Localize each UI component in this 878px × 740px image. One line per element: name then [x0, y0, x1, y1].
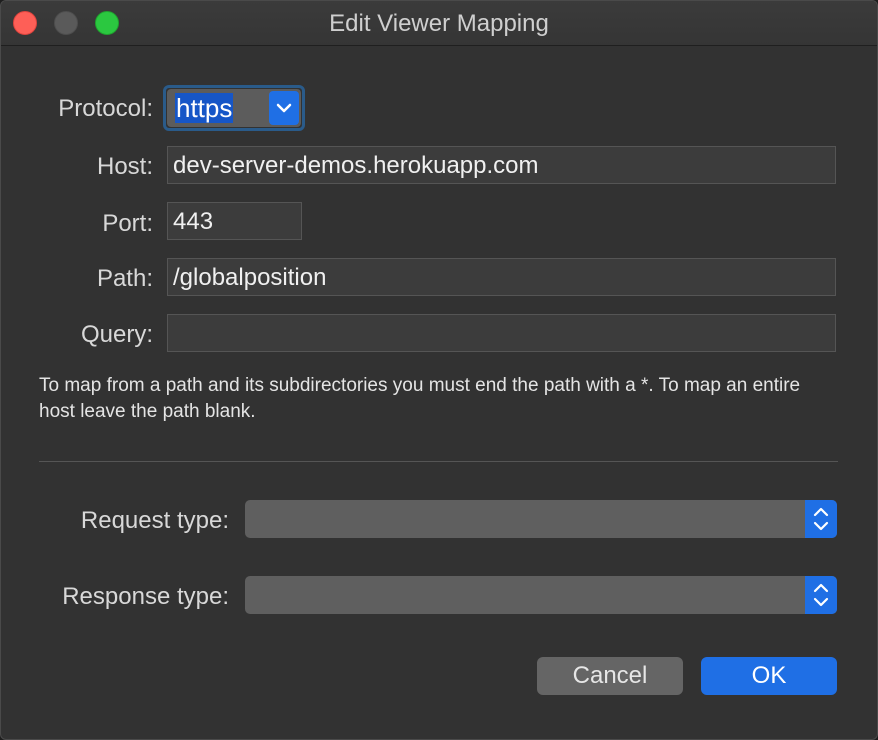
protocol-select[interactable]: https	[167, 89, 301, 127]
path-field[interactable]: /globalposition	[167, 258, 836, 296]
query-label: Query:	[80, 321, 153, 348]
window-title: Edit Viewer Mapping	[329, 10, 549, 37]
response-type-stepper[interactable]	[805, 576, 837, 614]
port-field[interactable]: 443	[167, 202, 302, 240]
port-label: Port:	[102, 210, 153, 237]
up-down-chevron-icon	[813, 507, 829, 531]
host-label: Host:	[96, 153, 153, 180]
help-text: To map from a path and its subdirectorie…	[39, 375, 801, 422]
chevron-down-icon	[276, 103, 292, 113]
protocol-dropdown-button[interactable]	[269, 91, 299, 125]
query-field[interactable]	[167, 314, 836, 352]
dialog-window: Edit Viewer Mapping Protocol: https Host…	[0, 0, 878, 740]
ok-button[interactable]: OK	[701, 657, 837, 695]
divider	[39, 461, 838, 462]
request-type-select[interactable]	[245, 500, 837, 538]
request-type-stepper[interactable]	[805, 500, 837, 538]
cancel-button[interactable]: Cancel	[537, 657, 683, 695]
host-field[interactable]: dev-server-demos.herokuapp.com	[167, 146, 836, 184]
title-bar: Edit Viewer Mapping	[1, 1, 877, 46]
up-down-chevron-icon	[813, 583, 829, 607]
response-type-select[interactable]	[245, 576, 837, 614]
path-label: Path:	[96, 265, 153, 292]
response-type-label: Response type:	[62, 583, 229, 610]
protocol-value: https	[175, 93, 234, 123]
request-type-label: Request type:	[80, 507, 229, 534]
protocol-label: Protocol:	[58, 95, 153, 122]
